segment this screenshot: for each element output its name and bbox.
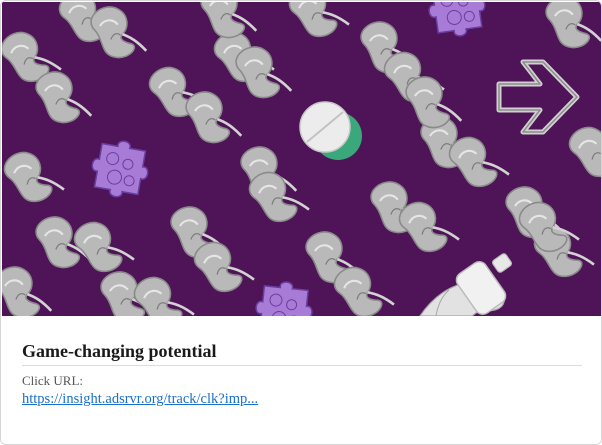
kidney-icon	[68, 211, 136, 284]
divider	[22, 365, 582, 366]
click-url-link[interactable]: https://insight.adsrvr.org/track/clk?imp…	[22, 391, 258, 408]
click-url-label: Click URL:	[22, 373, 84, 388]
ad-preview-card: Game-changing potential Click URL: https…	[0, 0, 602, 445]
kidney-icon	[563, 116, 601, 189]
card-body: Game-changing potential Click URL: https…	[1, 317, 601, 444]
arrow-right-icon	[496, 59, 580, 135]
puzzle-piece-icon	[86, 135, 154, 203]
kidney-icon	[2, 257, 53, 316]
puzzle-piece-icon	[252, 278, 316, 316]
pill-icon	[299, 101, 362, 160]
kidney-icon	[540, 2, 601, 59]
card-title: Game-changing potential	[22, 341, 217, 361]
kidney-icon-group	[2, 2, 601, 316]
puzzle-piece-icon	[424, 2, 490, 41]
hero-image	[2, 2, 601, 316]
kidney-icon	[2, 141, 66, 214]
kidney-icon	[283, 2, 351, 49]
hero-illustration	[2, 2, 601, 316]
